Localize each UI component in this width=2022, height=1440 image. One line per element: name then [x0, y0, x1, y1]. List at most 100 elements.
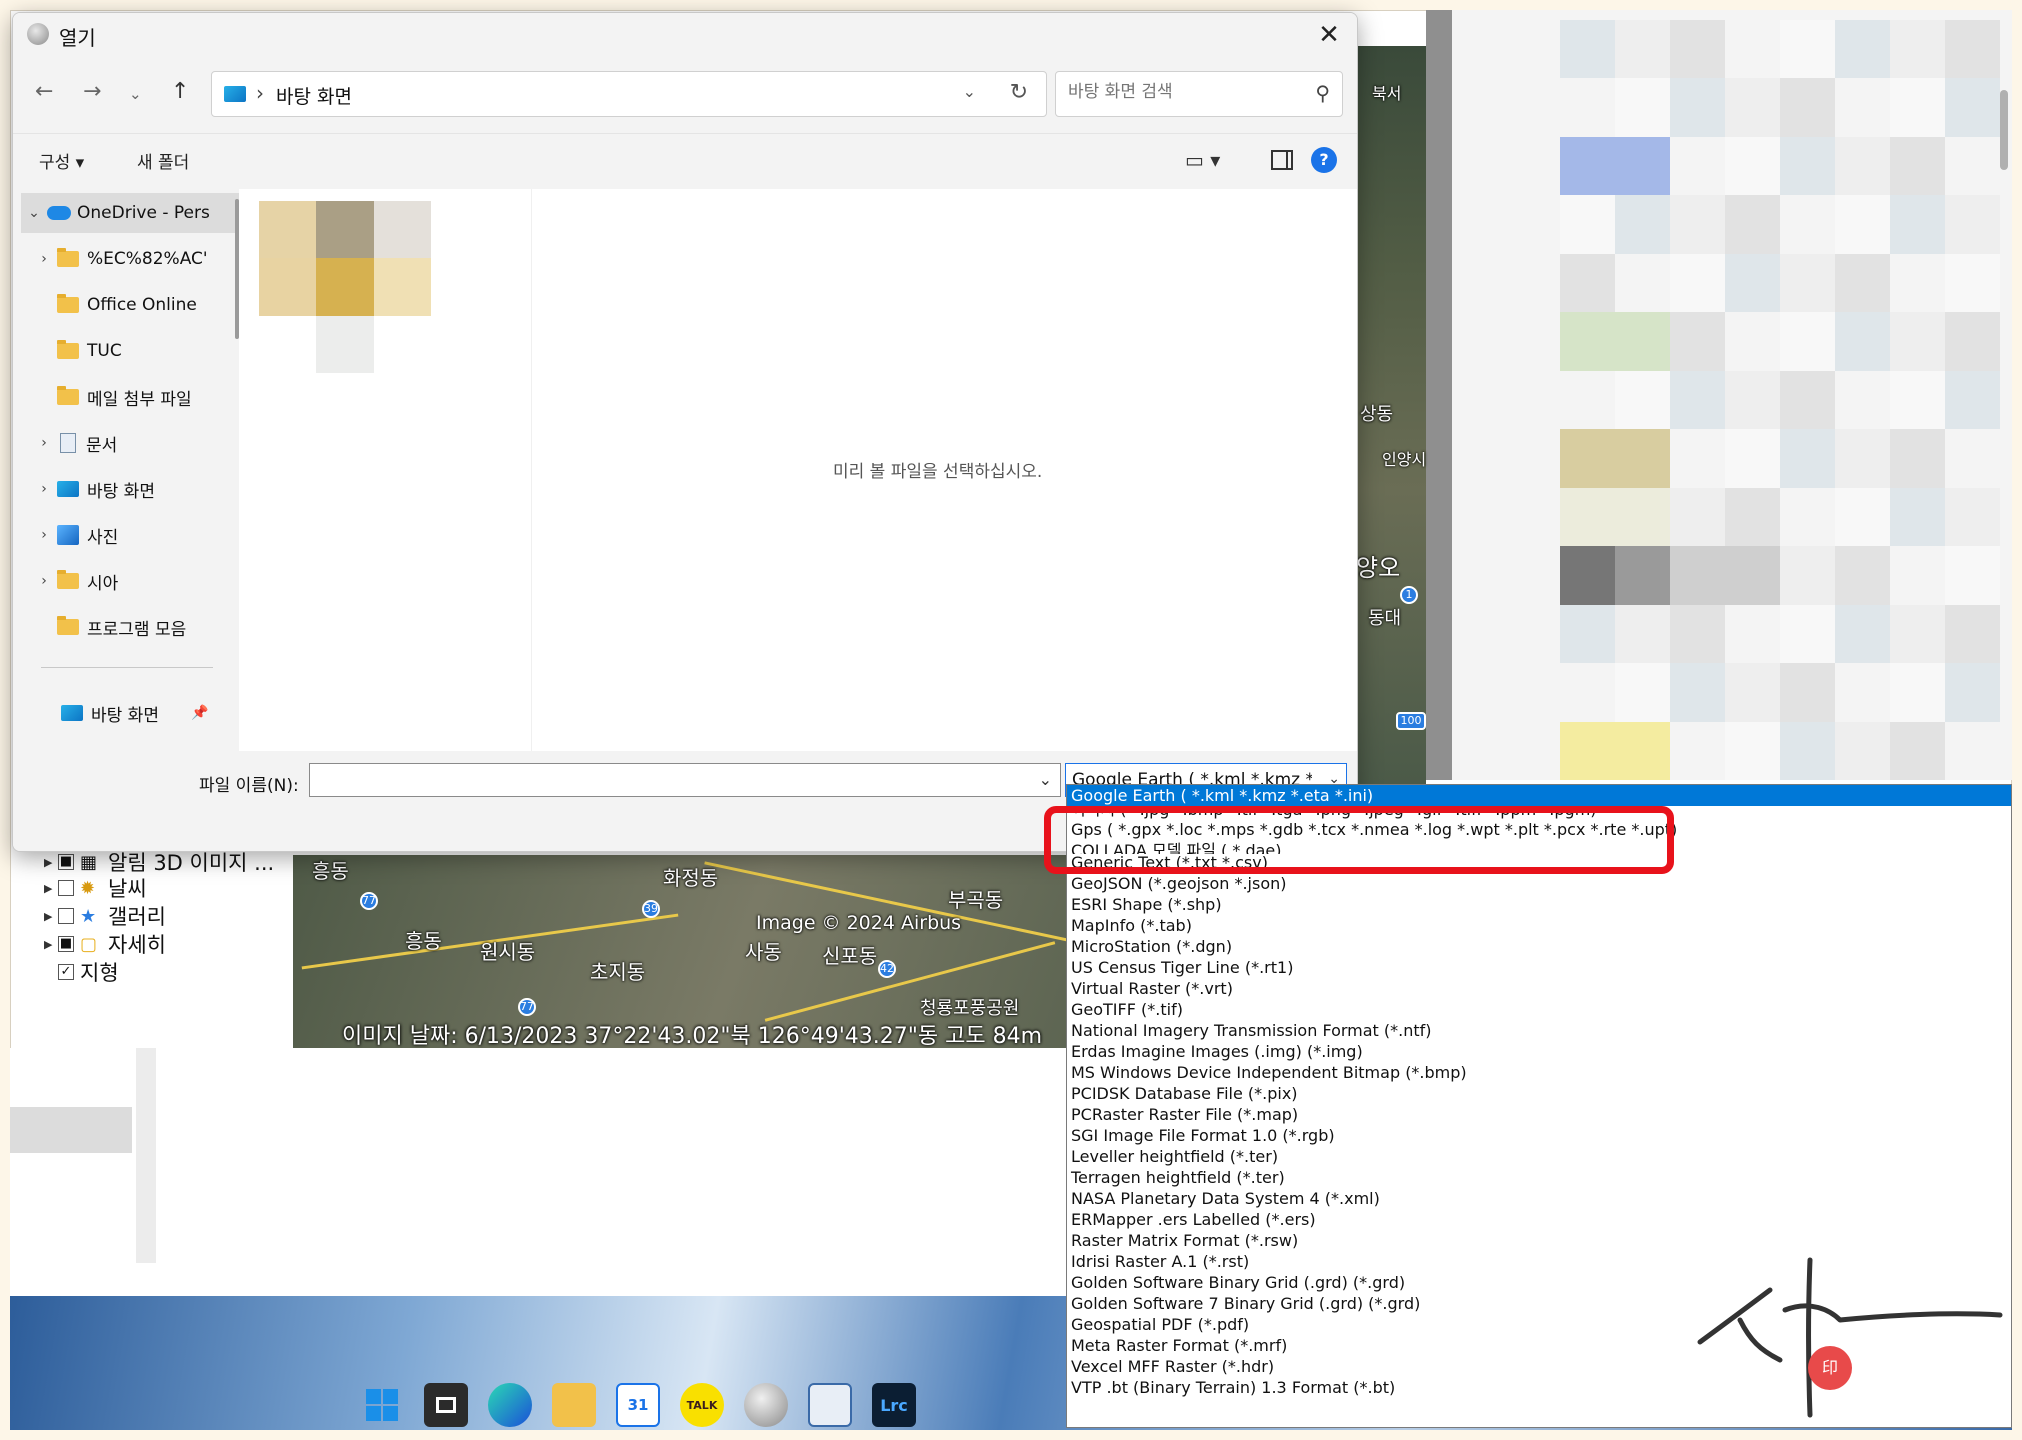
chevron-down-icon[interactable]: ⌄ — [21, 205, 47, 221]
file-explorer-icon[interactable] — [552, 1383, 596, 1427]
file-type-option[interactable]: MapInfo (*.tab) — [1067, 915, 2011, 936]
layer-row[interactable]: ▶ ✹ 날씨 — [44, 874, 147, 902]
file-type-option[interactable]: ERMapper .ers Labelled (*.ers) — [1067, 1209, 2011, 1230]
dialog-titlebar[interactable]: 열기 ✕ — [13, 13, 1357, 57]
file-type-option[interactable]: ESRI Shape (*.shp) — [1067, 894, 2011, 915]
file-type-option[interactable]: MicroStation (*.dgn) — [1067, 936, 2011, 957]
breadcrumb-location[interactable]: 바탕 화면 — [276, 82, 352, 109]
search-icon[interactable]: ⚲ — [1315, 81, 1330, 105]
file-type-option[interactable]: PCRaster Raster File (*.map) — [1067, 1104, 2011, 1125]
address-dropdown-chevron-icon[interactable]: ⌄ — [963, 82, 976, 101]
blurred-pixel — [1835, 546, 1890, 605]
blurred-pixel — [1780, 195, 1835, 254]
recent-chevron-down-icon[interactable]: ⌄ — [129, 85, 142, 103]
file-type-option[interactable]: National Imagery Transmission Format (*.… — [1067, 1020, 2011, 1041]
file-list-area[interactable]: 미리 볼 파일을 선택하십시오. — [239, 189, 1357, 751]
close-button[interactable]: ✕ — [1311, 19, 1347, 51]
preview-pane-divider[interactable] — [531, 189, 532, 751]
layer-checkbox[interactable]: ✓ — [58, 964, 74, 980]
chevron-right-icon[interactable]: › — [31, 435, 57, 451]
layer-row[interactable]: ▶ ★ 갤러리 — [44, 902, 166, 930]
blurred-pixel — [1670, 721, 1725, 780]
file-type-option[interactable]: GeoTIFF (*.tif) — [1067, 999, 2011, 1020]
layer-row[interactable]: ✓ 지형 — [44, 958, 119, 986]
chevron-right-icon[interactable]: › — [31, 527, 57, 543]
nav-item-sia[interactable]: › 시아 — [21, 561, 239, 601]
lightroom-icon[interactable]: Lrc — [872, 1383, 916, 1427]
notepad-icon[interactable] — [808, 1383, 852, 1427]
panel-scrollbar[interactable] — [136, 1048, 156, 1263]
layer-checkbox[interactable] — [58, 880, 74, 896]
chevron-right-icon[interactable]: › — [31, 481, 57, 497]
nav-item-programs[interactable]: 프로그램 모음 — [21, 607, 239, 647]
nav-item-onedrive[interactable]: ⌄ OneDrive - Pers — [21, 193, 239, 233]
expand-triangle-icon[interactable]: ▶ — [44, 938, 58, 951]
file-type-option[interactable]: PCIDSK Database File (*.pix) — [1067, 1083, 2011, 1104]
chevron-down-icon[interactable]: ⌄ — [1039, 770, 1052, 789]
search-box[interactable]: ⚲ — [1055, 71, 1343, 117]
preview-pane-icon[interactable] — [1271, 150, 1293, 170]
layer-row[interactable]: ▶ ■ ▦ 알림 3D 이미지 ... — [44, 848, 274, 876]
new-folder-button[interactable]: 새 폴더 — [137, 148, 189, 173]
file-type-option[interactable]: Terragen heightfield (*.ter) — [1067, 1167, 2011, 1188]
forward-arrow-icon[interactable]: → — [83, 79, 101, 104]
file-type-option[interactable]: Virtual Raster (*.vrt) — [1067, 978, 2011, 999]
file-type-option[interactable]: SGI Image File Format 1.0 (*.rgb) — [1067, 1125, 2011, 1146]
blurred-pixel — [1890, 663, 1945, 722]
help-button[interactable]: ? — [1311, 147, 1337, 173]
file-type-option[interactable]: Raster Matrix Format (*.rsw) — [1067, 1230, 2011, 1251]
blurred-pixel — [1615, 78, 1670, 137]
nav-item-tuc[interactable]: TUC — [21, 331, 239, 371]
nav-item-documents[interactable]: › 문서 — [21, 423, 239, 463]
expand-triangle-icon[interactable]: ▶ — [44, 882, 58, 895]
blurred-pixel — [1560, 370, 1615, 430]
pin-icon[interactable]: 📌 — [191, 705, 208, 721]
blurred-file-thumbnail[interactable] — [259, 201, 431, 373]
organize-button[interactable]: 구성 ▾ — [39, 148, 84, 173]
kakaotalk-icon[interactable]: TALK — [680, 1383, 724, 1427]
view-options-icon[interactable]: ▭ ▾ — [1185, 148, 1220, 172]
windows-start-icon[interactable] — [360, 1383, 404, 1427]
filename-combobox[interactable]: ⌄ — [309, 763, 1061, 797]
google-earth-taskbar-icon[interactable] — [744, 1383, 788, 1427]
chevron-right-icon[interactable]: › — [31, 573, 57, 589]
file-type-option[interactable]: MS Windows Device Independent Bitmap (*.… — [1067, 1062, 2011, 1083]
filename-input[interactable] — [316, 768, 1016, 792]
layer-checkbox[interactable] — [58, 908, 74, 924]
nav-item-quick-desktop[interactable]: 바탕 화면 📌 — [21, 693, 239, 733]
blurred-pixel — [1890, 253, 1945, 313]
expand-triangle-icon[interactable]: ▶ — [44, 856, 58, 869]
nav-item-folder[interactable]: › %EC%82%AC' — [21, 239, 239, 279]
layer-checkbox[interactable]: ■ — [58, 854, 74, 870]
edge-browser-icon[interactable] — [488, 1383, 532, 1427]
blurred-pixel — [1835, 721, 1890, 780]
places-panel — [10, 1048, 1070, 1296]
layer-checkbox[interactable]: ■ — [58, 936, 74, 952]
nav-item-mail-attachments[interactable]: 메일 첨부 파일 — [21, 377, 239, 417]
file-type-option[interactable]: GeoJSON (*.geojson *.json) — [1067, 873, 2011, 894]
side-panel-scrollbar[interactable] — [2000, 90, 2008, 170]
file-type-option[interactable]: NASA Planetary Data System 4 (*.xml) — [1067, 1188, 2011, 1209]
blurred-pixel — [1725, 663, 1780, 722]
back-arrow-icon[interactable]: ← — [35, 79, 53, 104]
task-view-icon[interactable] — [424, 1383, 468, 1427]
nav-item-desktop[interactable]: › 바탕 화면 — [21, 469, 239, 509]
file-type-option[interactable]: Google Earth ( *.kml *.kmz *.eta *.ini) — [1067, 785, 2011, 806]
file-type-option[interactable]: US Census Tiger Line (*.rt1) — [1067, 957, 2011, 978]
chevron-right-icon[interactable]: › — [31, 251, 57, 267]
refresh-icon[interactable]: ↻ — [1010, 80, 1028, 105]
address-bar[interactable]: › 바탕 화면 ⌄ ↻ — [211, 71, 1047, 117]
file-type-option[interactable]: Erdas Imagine Images (.img) (*.img) — [1067, 1041, 2011, 1062]
search-input[interactable] — [1068, 82, 1298, 102]
nav-item-office-online[interactable]: Office Online — [21, 285, 239, 325]
blurred-pixel — [1890, 136, 1945, 196]
up-arrow-icon[interactable]: ↑ — [171, 79, 189, 104]
expand-triangle-icon[interactable]: ▶ — [44, 910, 58, 923]
blurred-pixel — [1725, 429, 1780, 488]
file-type-option[interactable]: Leveller heightfield (*.ter) — [1067, 1146, 2011, 1167]
calendar-icon[interactable]: 31 — [616, 1383, 660, 1427]
nav-item-pictures[interactable]: › 사진 — [21, 515, 239, 555]
layer-row[interactable]: ▶ ■ ▢ 자세히 — [44, 930, 166, 958]
document-icon — [60, 433, 76, 453]
blurred-pixel — [1615, 546, 1670, 605]
